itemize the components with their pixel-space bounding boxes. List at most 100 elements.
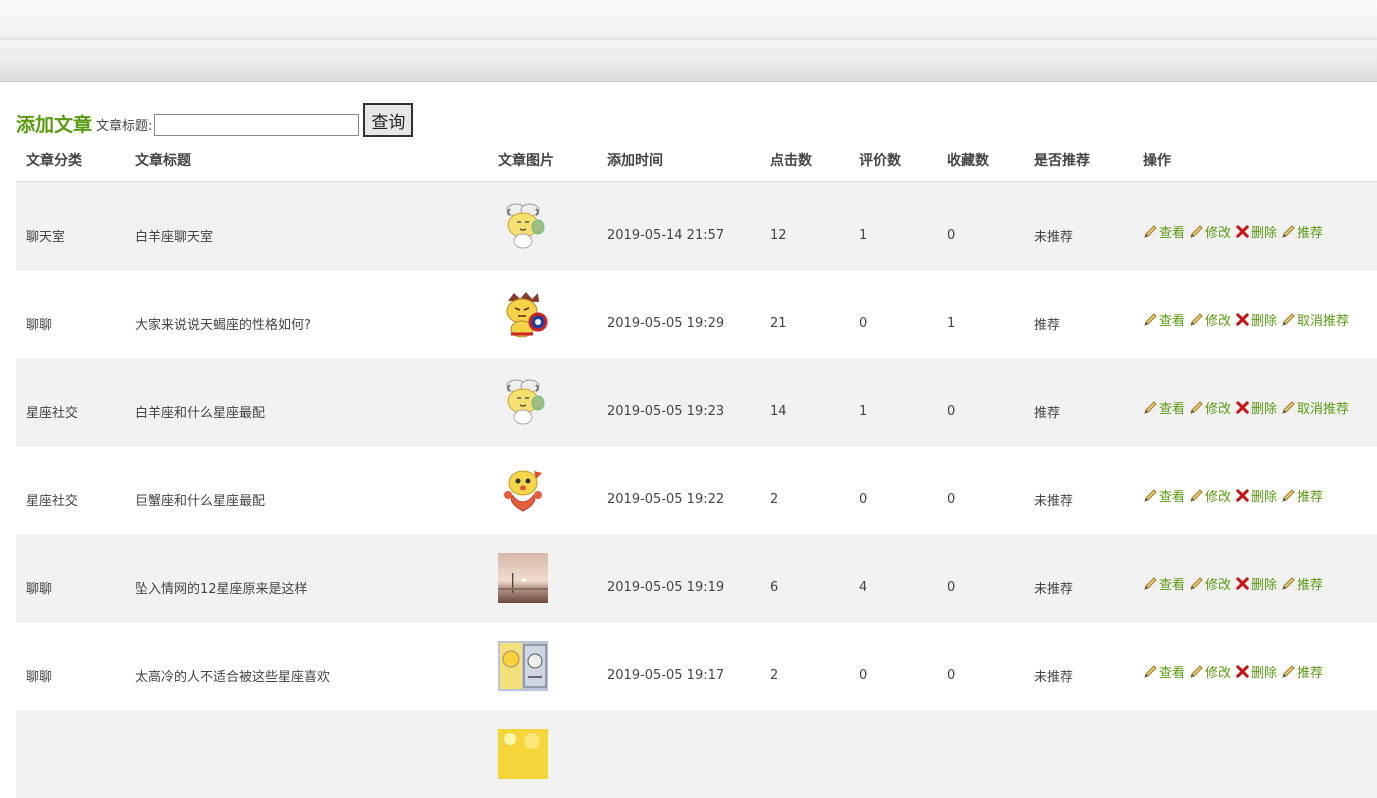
- cell-time: 2019-05-05 19:19: [597, 534, 760, 622]
- op-label: 查看: [1159, 401, 1186, 417]
- col-time: 添加时间: [597, 138, 760, 182]
- action-links: 查看 修改 删除 推荐: [1143, 476, 1377, 505]
- pencil-icon: [1144, 312, 1157, 326]
- col-actions: 操作: [1133, 138, 1377, 182]
- cell-image: [488, 710, 597, 798]
- view-link[interactable]: 查看: [1143, 398, 1185, 417]
- red-x-icon: [1236, 312, 1249, 326]
- pencil-icon: [1282, 312, 1295, 326]
- pencil-icon: [1144, 400, 1157, 414]
- view-link[interactable]: 查看: [1143, 222, 1185, 241]
- recommend-link[interactable]: 推荐: [1281, 222, 1323, 241]
- delete-link[interactable]: 删除: [1235, 310, 1277, 329]
- view-link[interactable]: 查看: [1143, 574, 1185, 593]
- pencil-icon: [1144, 488, 1157, 502]
- edit-link[interactable]: 修改: [1189, 222, 1231, 241]
- view-link[interactable]: 查看: [1143, 486, 1185, 505]
- red-x-icon: [1236, 576, 1249, 590]
- delete-link[interactable]: 删除: [1235, 662, 1277, 681]
- delete-link[interactable]: 删除: [1235, 574, 1277, 593]
- op-label: 查看: [1159, 225, 1186, 241]
- pencil-icon: [1190, 488, 1203, 502]
- delete-link[interactable]: 删除: [1235, 486, 1277, 505]
- delete-link[interactable]: 删除: [1235, 398, 1277, 417]
- cell-recommended: 推荐: [1024, 358, 1133, 446]
- cell-actions: 查看 修改 删除 取消推荐: [1133, 358, 1377, 446]
- op-label: 删除: [1251, 401, 1278, 417]
- table-row: 聊聊 坠入情网的12星座原来是这样 2019-05-05 19:19 6 4 0 未推荐 查看…: [16, 534, 1377, 622]
- cell-category: 星座社交: [16, 358, 125, 446]
- cell-favorites: 0: [937, 358, 1024, 446]
- edit-link[interactable]: 修改: [1189, 310, 1231, 329]
- recommend-link[interactable]: 推荐: [1281, 662, 1323, 681]
- col-clicks: 点击数: [760, 138, 849, 182]
- cell-category: [16, 710, 125, 798]
- recommend-link[interactable]: 推荐: [1281, 486, 1323, 505]
- action-links: 查看 修改 删除 推荐: [1143, 212, 1377, 241]
- op-label: 取消推荐: [1297, 401, 1350, 417]
- col-image: 文章图片: [488, 138, 597, 182]
- op-label: 推荐: [1297, 225, 1324, 241]
- op-label: 查看: [1159, 577, 1186, 593]
- edit-link[interactable]: 修改: [1189, 662, 1231, 681]
- pencil-icon: [1282, 400, 1295, 414]
- op-label: 修改: [1205, 665, 1232, 681]
- cell-recommended: 未推荐: [1024, 181, 1133, 270]
- cell-clicks: 12: [760, 181, 849, 270]
- cell-recommended: 未推荐: [1024, 622, 1133, 710]
- edit-link[interactable]: 修改: [1189, 398, 1231, 417]
- recommend-link[interactable]: 取消推荐: [1281, 398, 1349, 417]
- cell-reviews: 1: [849, 181, 937, 270]
- table-row: [16, 710, 1377, 798]
- cell-category: 聊天室: [16, 181, 125, 270]
- edit-link[interactable]: 修改: [1189, 486, 1231, 505]
- recommend-link[interactable]: 推荐: [1281, 574, 1323, 593]
- cell-reviews: 0: [849, 446, 937, 534]
- pencil-icon: [1190, 224, 1203, 238]
- article-thumbnail: [498, 729, 597, 779]
- cell-actions: [1133, 710, 1377, 798]
- cell-time: 2019-05-05 19:29: [597, 270, 760, 358]
- table-row: 聊天室 白羊座聊天室 2019-05-14 21:57 12 1 0 未推荐 查看 修改 删除 推荐: [16, 181, 1377, 270]
- edit-link[interactable]: 修改: [1189, 574, 1231, 593]
- op-label: 删除: [1251, 489, 1278, 505]
- cell-time: 2019-05-05 19:23: [597, 358, 760, 446]
- col-favorites: 收藏数: [937, 138, 1024, 182]
- op-label: 删除: [1251, 313, 1278, 329]
- action-links: 查看 修改 删除 取消推荐: [1143, 300, 1377, 329]
- cell-title: 太高冷的人不适合被这些星座喜欢: [125, 622, 488, 710]
- cell-actions: 查看 修改 删除 取消推荐: [1133, 270, 1377, 358]
- op-label: 修改: [1205, 489, 1232, 505]
- recommend-link[interactable]: 取消推荐: [1281, 310, 1349, 329]
- pencil-icon: [1190, 664, 1203, 678]
- cell-time: 2019-05-05 19:17: [597, 622, 760, 710]
- cell-clicks: [760, 710, 849, 798]
- red-x-icon: [1236, 224, 1249, 238]
- op-label: 取消推荐: [1297, 313, 1350, 329]
- add-article-link[interactable]: 添加文章: [16, 113, 92, 137]
- red-x-icon: [1236, 664, 1249, 678]
- cell-reviews: 0: [849, 270, 937, 358]
- table-row: 星座社交 巨蟹座和什么星座最配 2019-05-05 19:22 2 0 0 未推荐 查看 修改…: [16, 446, 1377, 534]
- cell-reviews: 0: [849, 622, 937, 710]
- delete-link[interactable]: 删除: [1235, 222, 1277, 241]
- cell-title: 坠入情网的12星座原来是这样: [125, 534, 488, 622]
- op-label: 删除: [1251, 665, 1278, 681]
- cell-actions: 查看 修改 删除 推荐: [1133, 181, 1377, 270]
- cell-favorites: [937, 710, 1024, 798]
- cell-image: [488, 622, 597, 710]
- search-button[interactable]: 查询: [363, 103, 414, 137]
- search-input[interactable]: [154, 114, 360, 136]
- op-label: 修改: [1205, 401, 1232, 417]
- pencil-icon: [1190, 312, 1203, 326]
- pencil-icon: [1282, 576, 1295, 590]
- cell-reviews: 4: [849, 534, 937, 622]
- col-recommended: 是否推荐: [1024, 138, 1133, 182]
- pencil-icon: [1144, 576, 1157, 590]
- view-link[interactable]: 查看: [1143, 662, 1185, 681]
- cell-time: 2019-05-14 21:57: [597, 181, 760, 270]
- view-link[interactable]: 查看: [1143, 310, 1185, 329]
- toolbar: 添加文章 文章标题: 查询: [16, 101, 414, 137]
- cell-category: 聊聊: [16, 270, 125, 358]
- op-label: 修改: [1205, 313, 1232, 329]
